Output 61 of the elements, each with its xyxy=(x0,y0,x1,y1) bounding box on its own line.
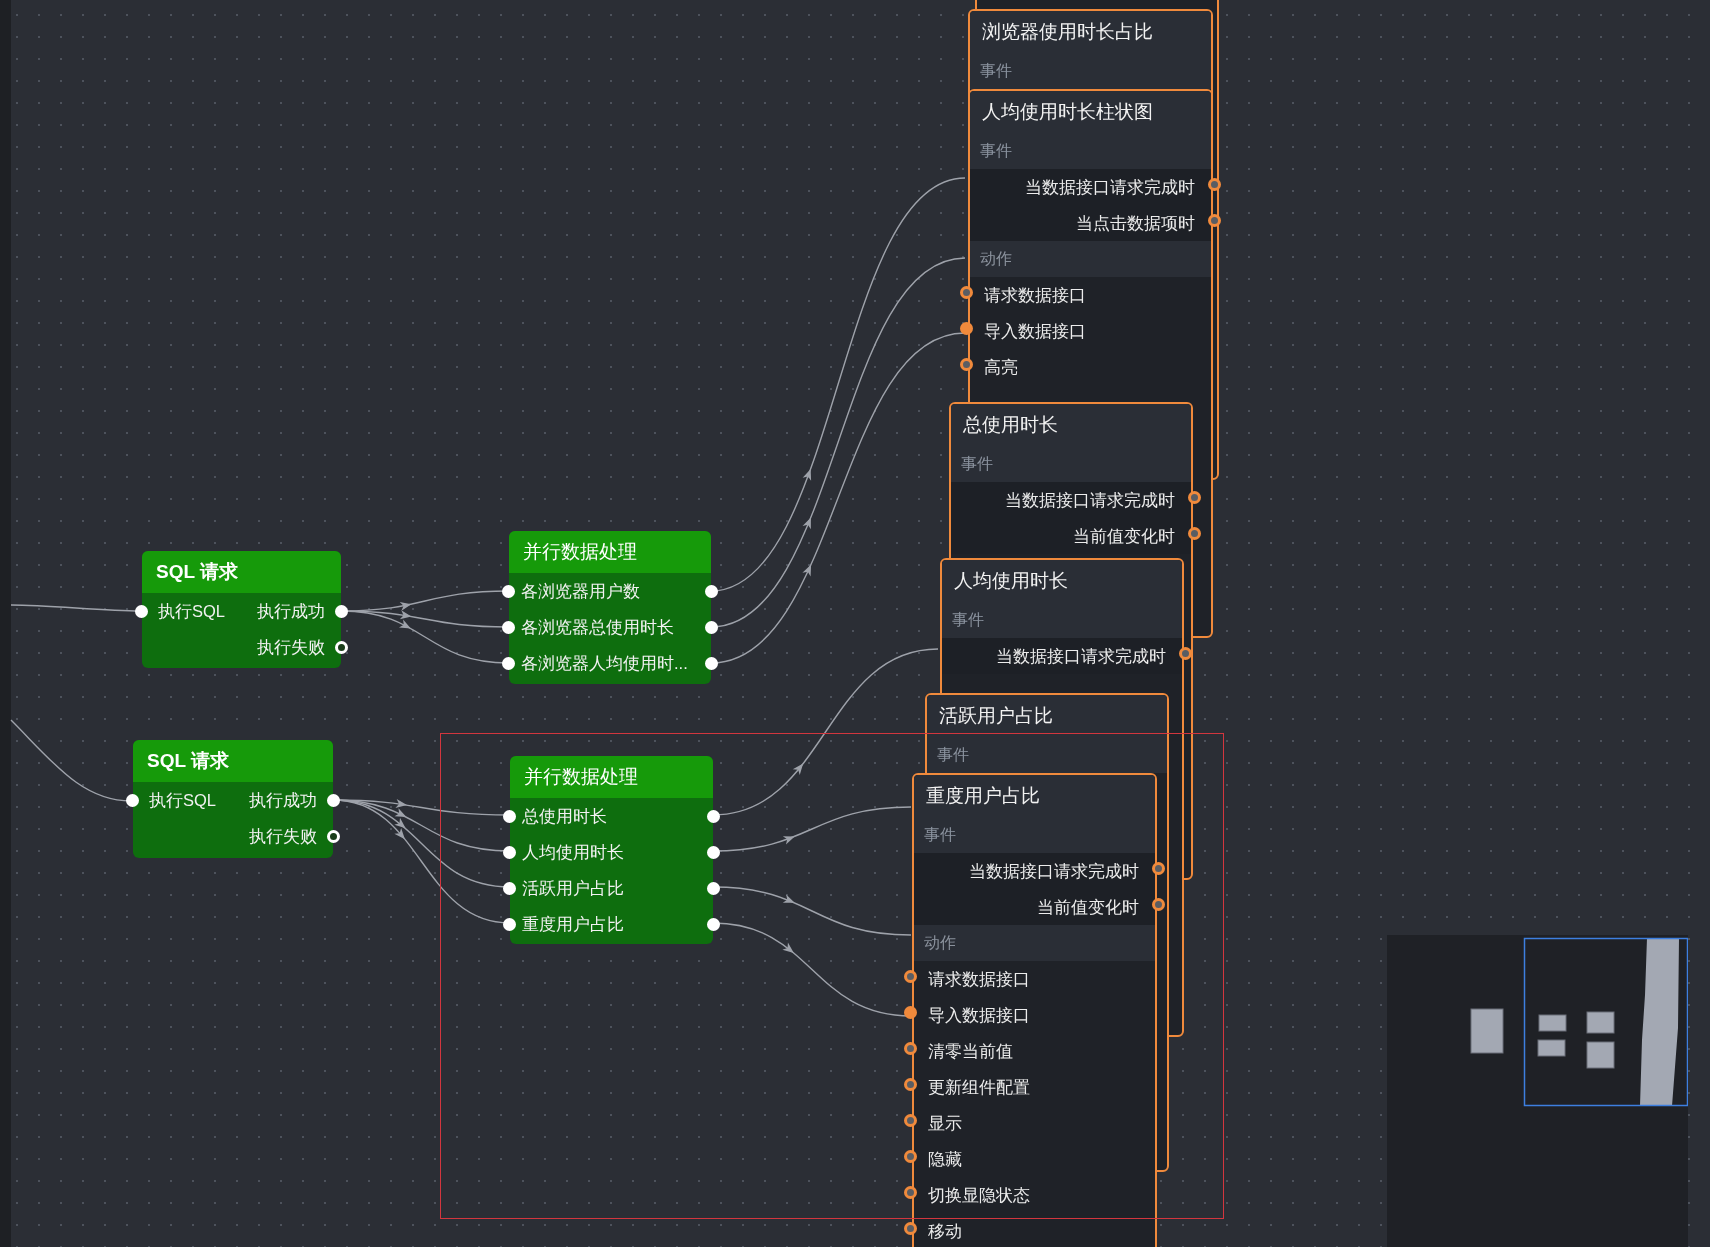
port-handle[interactable] xyxy=(960,322,973,335)
node-title: 人均使用时长柱状图 xyxy=(970,91,1211,133)
action-label: 请求数据接口 xyxy=(984,284,1086,306)
output-label: 执行失败 xyxy=(249,825,317,847)
minimap[interactable] xyxy=(1387,935,1688,1247)
action-label: 隐藏 xyxy=(928,1148,962,1170)
action-label: 显示 xyxy=(928,1112,962,1134)
action-label: 切换显隐状态 xyxy=(928,1184,1030,1206)
action-label: 更新组件配置 xyxy=(928,1076,1030,1098)
field-label: 各浏览器总使用时长 xyxy=(521,616,674,638)
event-label: 当数据接口请求完成时 xyxy=(1025,176,1195,198)
field-label: 各浏览器人均使用时... xyxy=(521,652,688,674)
port-handle[interactable] xyxy=(904,1186,917,1199)
port-handle[interactable] xyxy=(960,358,973,371)
input-label: 执行SQL xyxy=(158,600,226,622)
event-label: 当点击数据项时 xyxy=(1076,212,1195,234)
event-label: 当前值变化时 xyxy=(1037,896,1139,918)
node-title: 浏览器使用时长占比 xyxy=(970,11,1211,53)
node-title: 人均使用时长 xyxy=(942,560,1182,602)
section-header: 动作 xyxy=(914,925,1155,961)
action-label: 高亮 xyxy=(984,356,1018,378)
node-header: SQL 请求 xyxy=(142,551,341,593)
section-header: 动作 xyxy=(970,241,1211,277)
event-label: 当数据接口请求完成时 xyxy=(969,860,1139,882)
port-handle[interactable] xyxy=(960,286,973,299)
port-handle[interactable] xyxy=(904,1114,917,1127)
action-label: 请求数据接口 xyxy=(928,968,1030,990)
node-header: 并行数据处理 xyxy=(510,756,713,798)
port-handle[interactable] xyxy=(904,1222,917,1235)
section-header: 事件 xyxy=(970,53,1211,89)
output-label: 执行成功 xyxy=(249,789,317,811)
port-handle[interactable] xyxy=(904,1042,917,1055)
node-title: 总使用时长 xyxy=(951,404,1191,446)
action-label: 导入数据接口 xyxy=(928,1004,1030,1026)
action-label: 导入数据接口 xyxy=(984,320,1086,342)
node-header: 并行数据处理 xyxy=(509,531,711,573)
event-label: 当数据接口请求完成时 xyxy=(996,645,1166,667)
port-handle[interactable] xyxy=(904,970,917,983)
node-title: 活跃用户占比 xyxy=(927,695,1167,737)
event-label: 当前值变化时 xyxy=(1073,525,1175,547)
field-label: 活跃用户占比 xyxy=(522,877,624,899)
output-label: 执行成功 xyxy=(257,600,325,622)
input-label: 执行SQL xyxy=(149,789,217,811)
action-label: 清零当前值 xyxy=(928,1040,1013,1062)
section-header: 事件 xyxy=(942,602,1182,638)
port-handle[interactable] xyxy=(904,1150,917,1163)
port-handle[interactable] xyxy=(904,1078,917,1091)
field-label: 重度用户占比 xyxy=(522,913,624,935)
port-handle[interactable] xyxy=(904,1006,917,1019)
node-header: SQL 请求 xyxy=(133,740,333,782)
action-label: 移动 xyxy=(928,1220,962,1242)
node-title: 重度用户占比 xyxy=(914,775,1155,817)
event-label: 当数据接口请求完成时 xyxy=(1005,489,1175,511)
section-header: 事件 xyxy=(914,817,1155,853)
output-label: 执行失败 xyxy=(257,636,325,658)
section-header: 事件 xyxy=(927,737,1167,773)
field-label: 人均使用时长 xyxy=(522,841,624,863)
section-header: 事件 xyxy=(951,446,1191,482)
field-label: 总使用时长 xyxy=(522,805,607,827)
section-header: 事件 xyxy=(970,133,1211,169)
field-label: 各浏览器用户数 xyxy=(521,580,640,602)
